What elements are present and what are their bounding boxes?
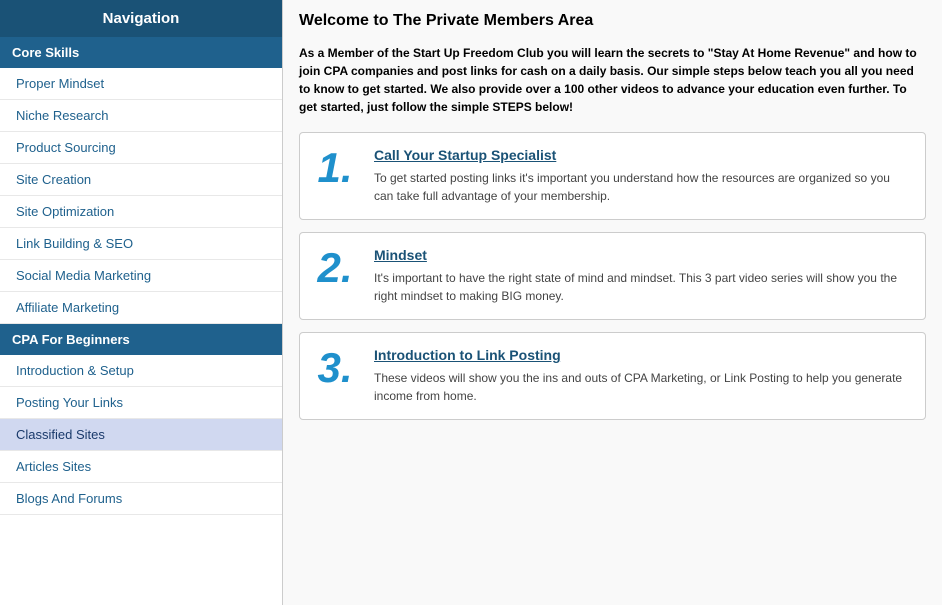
sidebar-item-posting-your-links[interactable]: Posting Your Links [0, 387, 282, 419]
step-desc-3: These videos will show you the ins and o… [374, 369, 911, 405]
step-title-1[interactable]: Call Your Startup Specialist [374, 147, 911, 163]
sidebar-item-classified-sites[interactable]: Classified Sites [0, 419, 282, 451]
page-title: Welcome to The Private Members Area [299, 12, 926, 34]
step-number-1: 1. [310, 147, 360, 189]
sidebar-item-blogs-and-forums[interactable]: Blogs And Forums [0, 483, 282, 515]
step-content-1: Call Your Startup Specialist To get star… [374, 147, 911, 205]
step-content-2: Mindset It's important to have the right… [374, 247, 911, 305]
sidebar-item-product-sourcing[interactable]: Product Sourcing [0, 132, 282, 164]
sidebar-section-cpa-beginners: CPA For Beginners [0, 324, 282, 355]
sidebar-item-articles-sites[interactable]: Articles Sites [0, 451, 282, 483]
step-number-2: 2. [310, 247, 360, 289]
step-number-3: 3. [310, 347, 360, 389]
step-content-3: Introduction to Link Posting These video… [374, 347, 911, 405]
sidebar-item-site-creation[interactable]: Site Creation [0, 164, 282, 196]
step-desc-1: To get started posting links it's import… [374, 169, 911, 205]
step-card-1: 1. Call Your Startup Specialist To get s… [299, 132, 926, 220]
sidebar-item-social-media-marketing[interactable]: Social Media Marketing [0, 260, 282, 292]
sidebar-item-proper-mindset[interactable]: Proper Mindset [0, 68, 282, 100]
sidebar-item-affiliate-marketing[interactable]: Affiliate Marketing [0, 292, 282, 324]
step-card-3: 3. Introduction to Link Posting These vi… [299, 332, 926, 420]
sidebar-header: Navigation [0, 0, 282, 37]
step-desc-2: It's important to have the right state o… [374, 269, 911, 305]
sidebar: Navigation Core Skills Proper Mindset Ni… [0, 0, 283, 605]
sidebar-item-site-optimization[interactable]: Site Optimization [0, 196, 282, 228]
sidebar-item-link-building-seo[interactable]: Link Building & SEO [0, 228, 282, 260]
step-title-2[interactable]: Mindset [374, 247, 911, 263]
sidebar-item-niche-research[interactable]: Niche Research [0, 100, 282, 132]
sidebar-section-core-skills: Core Skills [0, 37, 282, 68]
intro-text: As a Member of the Start Up Freedom Club… [299, 44, 926, 116]
step-card-2: 2. Mindset It's important to have the ri… [299, 232, 926, 320]
sidebar-item-introduction-setup[interactable]: Introduction & Setup [0, 355, 282, 387]
step-title-3[interactable]: Introduction to Link Posting [374, 347, 911, 363]
main-content: Welcome to The Private Members Area As a… [283, 0, 942, 605]
